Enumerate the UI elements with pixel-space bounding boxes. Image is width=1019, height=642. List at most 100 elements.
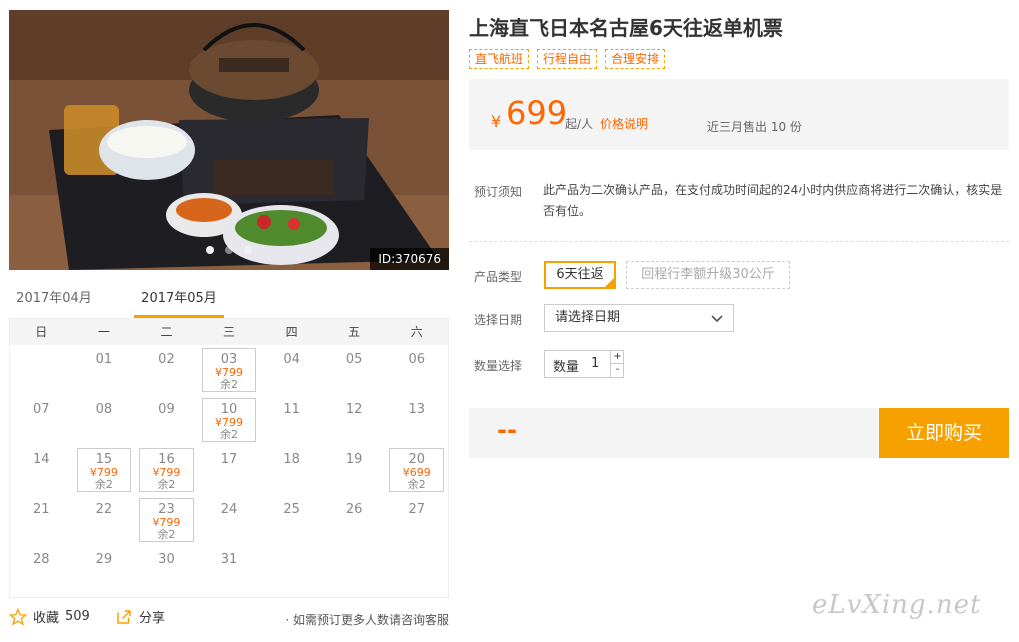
share-button[interactable]: 分享 [115,607,165,626]
quantity-stepper: 数量 1 + - [544,350,624,378]
day-number: 24 [220,502,238,517]
calendar-empty-cell [323,545,386,595]
day-number: 18 [283,452,300,467]
calendar-body: 01 02 03 ¥799 余2 04 05 06 07 08 09 10 ¥799 余2 11 12 13 14… [10,345,448,595]
price-calendar: 日 一 二 三 四 五 六 01 02 03 ¥799 余2 04 05 06 07 08 09 10 ¥799 余2… [9,318,449,598]
day-number: 04 [283,352,300,367]
favorite-label: 收藏 [33,611,60,626]
calendar-day: 05 [323,345,386,395]
month-tabs: 2017年04月 2017年05月 [9,284,449,318]
day-stock: 余2 [157,528,176,541]
day-number: 03 [220,352,238,367]
day-number: 05 [345,352,363,367]
day-number: 23 [158,502,175,517]
footer-actions: 收藏 509 分享 · 如需预订更多人数请咨询客服 [9,607,449,631]
date-label: 选择日期 [474,313,523,327]
calendar-day: 04 [260,345,323,395]
carousel-dot[interactable] [244,246,253,254]
weekday-label: 五 [348,325,361,339]
star-icon [9,607,27,626]
calendar-day: 07 [10,395,73,445]
day-number: 07 [33,402,50,417]
calendar-day: 02 [135,345,198,395]
day-number: 21 [33,502,50,517]
product-photo[interactable]: ID:370676 [9,10,449,270]
favorite-count: 509 [65,609,90,624]
price-explanation-link[interactable]: 价格说明 [600,115,648,132]
day-number: 29 [95,552,113,567]
calendar-day: 01 [73,345,136,395]
calendar-day-available[interactable]: 10 ¥799 余2 [198,395,261,445]
buy-now-button[interactable]: 立即购买 [879,408,1009,458]
notice-label: 预订须知 [474,185,523,199]
calendar-day: 31 [198,545,261,595]
calendar-day: 06 [385,345,448,395]
calendar-day: 30 [135,545,198,595]
calendar-day: 19 [323,445,386,495]
calendar-day: 18 [260,445,323,495]
calendar-week-row: 28 29 30 31 [10,545,448,595]
product-type-option-baggage[interactable]: 回程行李额升级30公斤 [626,261,790,289]
calendar-day: 13 [385,395,448,445]
calendar-day: 12 [323,395,386,445]
day-number: 12 [345,402,363,417]
calendar-week-row: 07 08 09 10 ¥799 余2 11 12 13 [10,395,448,445]
calendar-day-available[interactable]: 16 ¥799 余2 [135,445,198,495]
carousel-dot[interactable] [225,246,233,254]
quantity-row-label: 数量选择 [474,359,523,373]
food-photo-illustration [9,10,449,270]
weekday-label: 一 [97,325,110,339]
day-number: 15 [95,452,113,467]
calendar-weekday-header: 日一二三四五六 [10,319,448,345]
calendar-day-available[interactable]: 15 ¥799 余2 [73,445,136,495]
price-amount: 699 [506,94,568,132]
favorite-button[interactable]: 收藏 509 [9,607,90,626]
weekday-label: 日 [35,325,48,339]
quantity-decrease-button[interactable]: - [610,364,624,377]
tab-month-april[interactable]: 2017年04月 [9,284,99,318]
calendar-day: 17 [198,445,261,495]
calendar-day-available[interactable]: 23 ¥799 余2 [135,495,198,545]
calendar-day-available[interactable]: 03 ¥799 余2 [198,345,261,395]
day-number: 30 [158,552,175,567]
product-title: 上海直飞日本名古屋6天往返单机票 [469,16,783,40]
day-stock: 余2 [94,478,113,491]
quantity-label: 数量 [553,360,580,375]
calendar-day: 22 [73,495,136,545]
feature-tag: 合理安排 [605,49,666,69]
calendar-day: 14 [10,445,73,495]
section-divider [469,241,1009,242]
day-stock: 余2 [407,478,426,491]
carousel-dot[interactable] [205,246,214,254]
day-number: 10 [220,402,238,417]
quantity-increase-button[interactable]: + [610,351,624,364]
day-number: 02 [158,352,175,367]
calendar-day: 21 [10,495,73,545]
selected-corner-mark [605,278,614,287]
day-number: 11 [283,402,300,417]
chevron-down-icon [711,315,723,323]
tab-month-may[interactable]: 2017年05月 [134,284,224,318]
day-number: 08 [95,402,113,417]
currency-symbol: ¥ [491,112,502,131]
day-number: 20 [408,452,426,467]
day-number: 14 [33,452,50,467]
product-type-label: 产品类型 [474,270,523,284]
date-select-value: 请选择日期 [555,310,621,325]
date-select[interactable]: 请选择日期 [544,304,734,332]
day-number: 31 [220,552,238,567]
calendar-day: 09 [135,395,198,445]
product-type-option-label: 6天往返 [556,267,604,282]
weekday-label: 二 [160,325,173,339]
calendar-week-row: 01 02 03 ¥799 余2 04 05 06 [10,345,448,395]
day-number: 09 [158,402,175,417]
calendar-day-available[interactable]: 20 ¥699 余2 [385,445,448,495]
day-number: 22 [95,502,113,517]
quantity-value[interactable]: 1 [591,356,599,371]
calendar-day: 08 [73,395,136,445]
price-panel: ¥ 699 起/人 价格说明 近三月售出 10 份 [469,79,1009,150]
calendar-empty-cell [385,545,448,595]
product-type-option-selected[interactable]: 6天往返 [544,261,616,289]
day-number: 16 [158,452,175,467]
day-number: 01 [95,352,113,367]
